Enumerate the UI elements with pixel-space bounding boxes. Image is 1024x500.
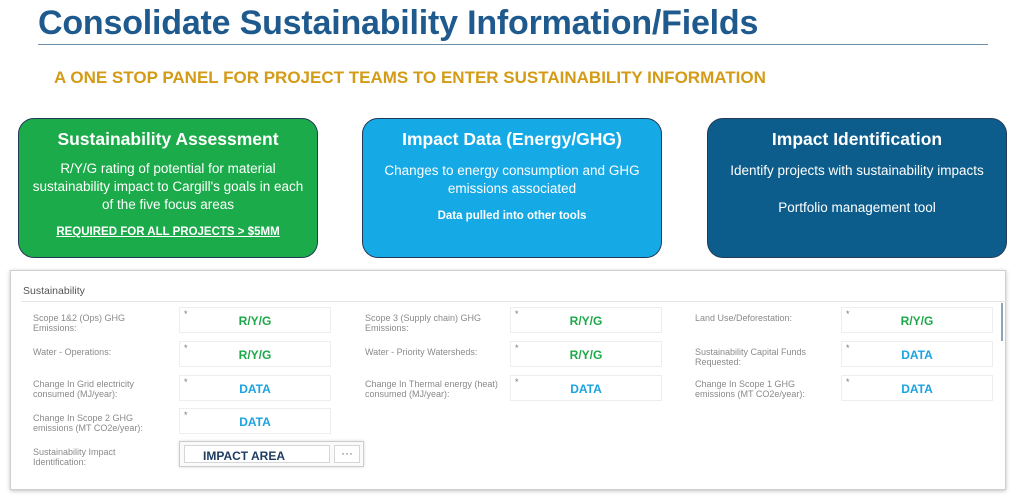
card-title: Impact Data (Energy/GHG) bbox=[402, 129, 622, 149]
scope12-ghg-field[interactable]: * R/Y/G bbox=[179, 307, 331, 333]
field-value: R/Y/G bbox=[238, 348, 272, 362]
field-value: R/Y/G bbox=[569, 314, 603, 328]
card-body: Identify projects with sustainability im… bbox=[730, 163, 984, 178]
more-options-button[interactable]: ··· bbox=[334, 445, 360, 463]
land-use-field[interactable]: * R/Y/G bbox=[841, 307, 993, 333]
scope1-ghg-change-field[interactable]: * DATA bbox=[841, 375, 993, 401]
card-note: Data pulled into other tools bbox=[437, 210, 587, 222]
field-value: R/Y/G bbox=[900, 314, 934, 328]
panel-scrollbar[interactable] bbox=[1001, 303, 1003, 341]
page-title: Consolidate Sustainability Information/F… bbox=[38, 4, 759, 42]
field-value: DATA bbox=[570, 382, 602, 396]
water-priority-watersheds-field[interactable]: * R/Y/G bbox=[510, 341, 662, 367]
water-operations-field[interactable]: * R/Y/G bbox=[179, 341, 331, 367]
card-requirement-note: REQUIRED FOR ALL PROJECTS > $5MM bbox=[56, 226, 280, 238]
panel-divider bbox=[21, 301, 1007, 302]
card-body: Changes to energy consumption and GHG em… bbox=[384, 163, 640, 196]
scope2-ghg-change-field[interactable]: * DATA bbox=[179, 408, 331, 434]
card-title: Impact Identification bbox=[771, 129, 943, 149]
capital-funds-field[interactable]: * DATA bbox=[841, 341, 993, 367]
field-label: Change In Scope 1 GHG emissions (MT CO2e… bbox=[695, 379, 805, 399]
scope3-ghg-field[interactable]: * R/Y/G bbox=[510, 307, 662, 333]
card-body: R/Y/G rating of potential for material s… bbox=[32, 161, 304, 212]
title-divider bbox=[38, 44, 988, 45]
field-value: R/Y/G bbox=[569, 348, 603, 362]
impact-area-input[interactable]: IMPACT AREA bbox=[184, 445, 330, 463]
field-value: DATA bbox=[901, 382, 933, 396]
field-label: Water - Operations: bbox=[33, 347, 112, 357]
field-label: Sustainability Capital Funds Requested: bbox=[695, 347, 807, 367]
impact-identification-card: Impact Identification Identify projects … bbox=[707, 118, 1007, 258]
field-label: Change In Scope 2 GHG emissions (MT CO2e… bbox=[33, 413, 143, 433]
card-body-secondary: Portfolio management tool bbox=[778, 200, 936, 215]
field-value: DATA bbox=[901, 348, 933, 362]
page-subtitle: A ONE STOP PANEL FOR PROJECT TEAMS TO EN… bbox=[54, 68, 766, 87]
field-label: Change In Thermal energy (heat) consumed… bbox=[365, 379, 498, 399]
field-value: DATA bbox=[239, 415, 271, 429]
field-label: Change In Grid electricity consumed (MJ/… bbox=[33, 379, 135, 399]
field-label: Water - Priority Watersheds: bbox=[365, 347, 478, 357]
impact-data-card: Impact Data (Energy/GHG) Changes to ener… bbox=[362, 118, 662, 258]
sustainability-assessment-card: Sustainability Assessment R/Y/G rating o… bbox=[18, 118, 318, 258]
field-value: DATA bbox=[239, 382, 271, 396]
panel-title: Sustainability bbox=[23, 285, 85, 297]
field-label: Land Use/Deforestation: bbox=[695, 313, 793, 323]
sustainability-panel: Sustainability Scope 1&2 (Ops) GHG Emiss… bbox=[10, 270, 1007, 490]
thermal-energy-field[interactable]: * DATA bbox=[510, 375, 662, 401]
impact-area-value: IMPACT AREA bbox=[203, 449, 285, 463]
card-title: Sustainability Assessment bbox=[57, 129, 279, 149]
field-label: Scope 1&2 (Ops) GHG Emissions: bbox=[33, 313, 126, 333]
field-label: Sustainability Impact Identification: bbox=[33, 447, 116, 467]
field-label: Scope 3 (Supply chain) GHG Emissions: bbox=[365, 313, 482, 333]
grid-electricity-field[interactable]: * DATA bbox=[179, 375, 331, 401]
impact-identification-field: IMPACT AREA ··· bbox=[179, 441, 364, 467]
field-value: R/Y/G bbox=[238, 314, 272, 328]
